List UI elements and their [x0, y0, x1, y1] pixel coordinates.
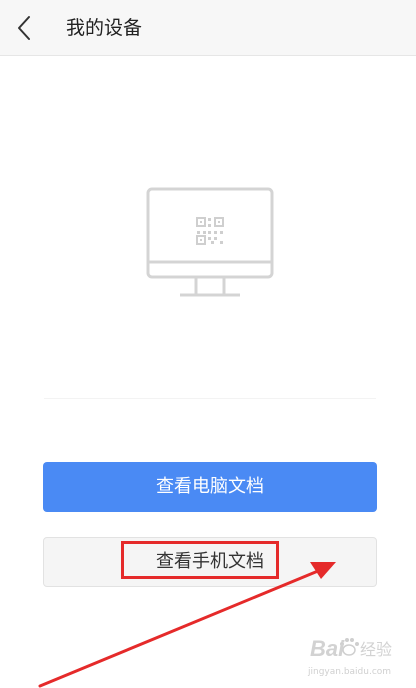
page-title: 我的设备: [66, 17, 143, 39]
baidu-jingyan-watermark: Bai 经验 jingyan.baidu.com: [302, 630, 412, 684]
watermark-url: jingyan.baidu.com: [308, 667, 392, 677]
monitor-qr-icon: [146, 187, 274, 297]
watermark-suffix: 经验: [360, 640, 393, 659]
watermark-brand: Bai: [310, 636, 345, 661]
chevron-left-icon: [18, 16, 30, 40]
section-divider: [44, 398, 376, 399]
highlight-box: [121, 541, 279, 579]
back-button[interactable]: [10, 12, 38, 44]
top-nav-bar: 我的设备: [0, 0, 416, 56]
view-pc-docs-button[interactable]: 查看电脑文档: [43, 462, 377, 512]
